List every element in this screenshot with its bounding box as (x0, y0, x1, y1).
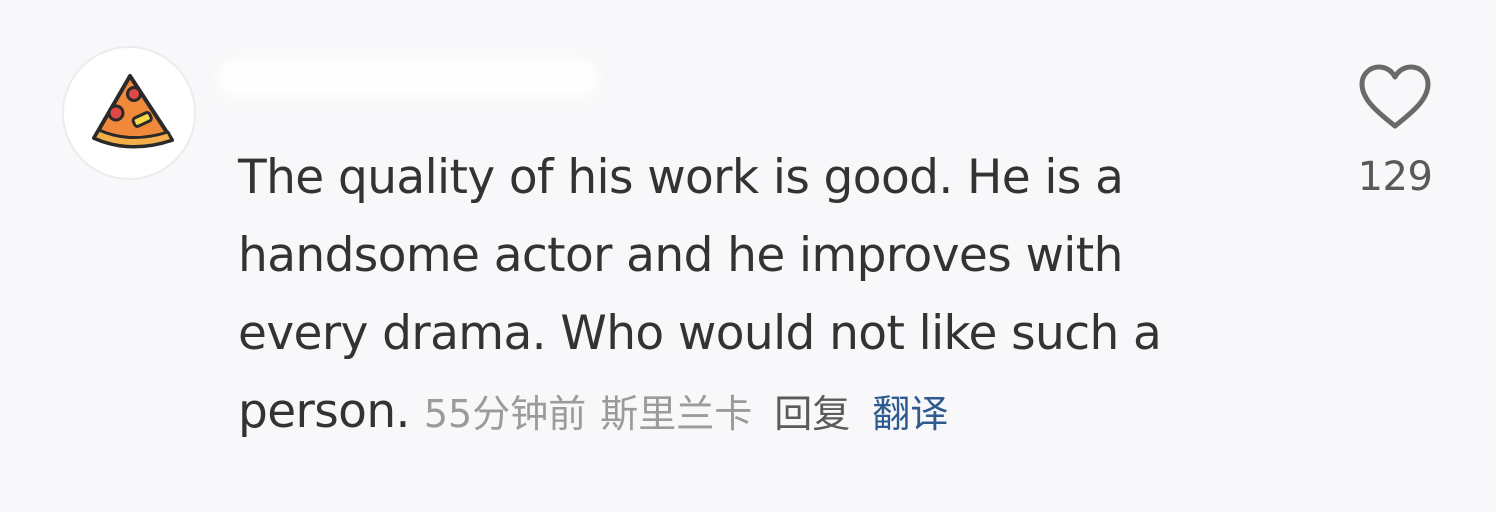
comment-time: 55分钟前 (423, 392, 587, 436)
like-count: 129 (1357, 154, 1433, 200)
avatar[interactable] (62, 46, 196, 180)
comment-body: The quality of his work is good. He is a… (238, 139, 1258, 453)
username-redacted (218, 58, 598, 98)
comment-location: 斯里兰卡 (600, 392, 753, 436)
translate-button[interactable]: 翻译 (872, 392, 948, 436)
heart-outline-icon[interactable] (1356, 62, 1434, 132)
reply-button[interactable]: 回复 (774, 392, 850, 436)
comment-item: The quality of his work is good. He is a… (0, 0, 1496, 512)
pizza-slice-icon (92, 74, 174, 149)
like-button[interactable]: 129 (1350, 62, 1440, 200)
